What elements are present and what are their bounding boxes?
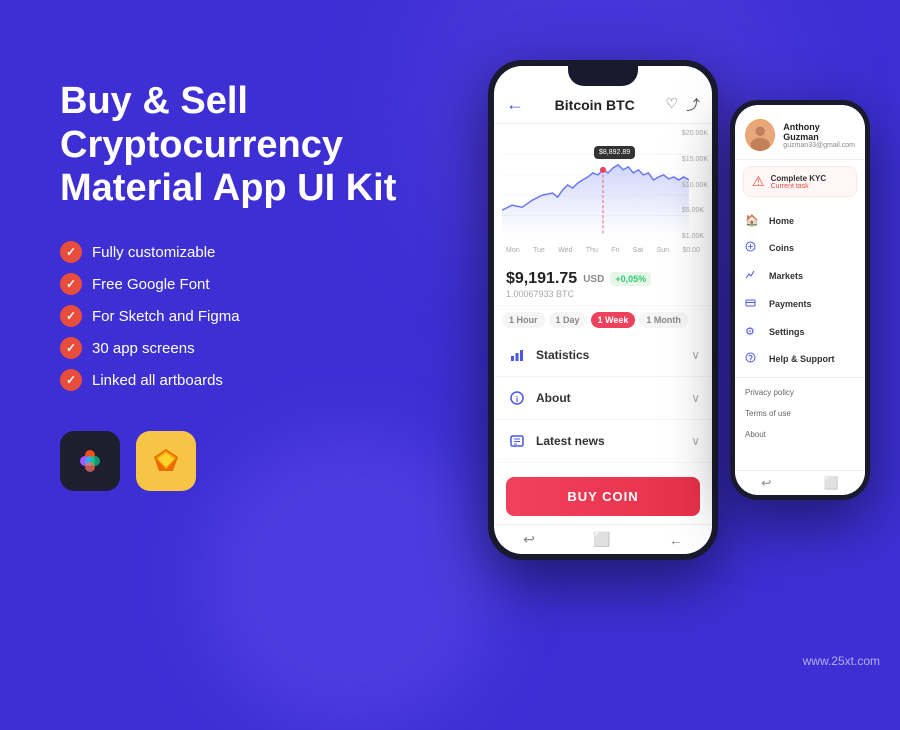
news-icon — [506, 430, 528, 452]
statistics-icon — [506, 344, 528, 366]
about-icon: i — [506, 387, 528, 409]
kyc-title: Complete KYC — [771, 174, 827, 183]
figma-icon — [60, 431, 120, 491]
latest-news-section[interactable]: Latest news ∨ — [494, 420, 712, 463]
sidebar-menu: 🏠 Home Coins — [735, 203, 865, 470]
time-1week[interactable]: 1 Week — [591, 312, 636, 328]
sidebar-item-payments[interactable]: Payments — [735, 290, 865, 318]
svg-text:i: i — [516, 395, 518, 404]
price-currency: USD — [583, 274, 604, 285]
chart-area: $20.00K $15.00K $10.00K $5.00K $1.00K — [494, 124, 712, 264]
help-icon — [745, 352, 761, 366]
kyc-alert[interactable]: ⚠ Complete KYC Current task — [743, 166, 857, 197]
chart-y-labels: $20.00K $15.00K $10.00K $5.00K $1.00K — [682, 130, 708, 240]
feature-item: Linked all artboards — [60, 369, 440, 391]
sketch-icon — [136, 431, 196, 491]
user-header: Anthony Guzman guzman33@gmail.com — [735, 105, 865, 160]
sidebar-item-coins[interactable]: Coins — [735, 234, 865, 262]
sidebar-item-home[interactable]: 🏠 Home — [735, 207, 865, 234]
coins-label: Coins — [769, 243, 794, 253]
markets-icon — [745, 269, 761, 283]
nav-recents-icon[interactable]: ← — [669, 532, 683, 548]
chart-x-labels: Mon Tue Wed Thu Fri Sat Sun $0.00 — [502, 247, 704, 254]
time-1day[interactable]: 1 Day — [549, 312, 587, 328]
sidebar-about[interactable]: About — [735, 424, 865, 445]
price-row: $9,191.75 USD +0,05% — [506, 270, 700, 288]
buy-button-container: BUY COIN — [494, 469, 712, 524]
secondary-bottom-nav: ↩ ⬜ — [735, 470, 865, 495]
secondary-screen: Anthony Guzman guzman33@gmail.com ⚠ Comp… — [735, 105, 865, 495]
buy-coin-button[interactable]: BUY COIN — [506, 477, 700, 516]
about-chevron: ∨ — [691, 391, 700, 405]
time-buttons: 1 Hour 1 Day 1 Week 1 Month — [494, 306, 712, 334]
main-phone: ← Bitcoin BTC ♡ ⤴ $20.00K $15.00K $10.00… — [488, 60, 718, 560]
sidebar-divider — [735, 377, 865, 378]
back-button[interactable]: ← — [506, 94, 524, 115]
sidebar-item-help[interactable]: Help & Support — [735, 345, 865, 373]
header-icons: ♡ ⤴ — [665, 95, 700, 115]
sidebar-item-markets[interactable]: Markets — [735, 262, 865, 290]
feature-item: For Sketch and Figma — [60, 305, 440, 327]
price-section: $9,191.75 USD +0,05% 1.00067933 BTC — [494, 264, 712, 306]
payments-icon — [745, 297, 761, 311]
statistics-label: Statistics — [536, 348, 589, 362]
time-1hour[interactable]: 1 Hour — [502, 312, 545, 328]
latest-news-label: Latest news — [536, 434, 605, 448]
settings-icon: ⚙ — [745, 325, 761, 338]
left-panel: Buy & SellCryptocurrencyMaterial App UI … — [60, 80, 440, 491]
time-1month[interactable]: 1 Month — [639, 312, 688, 328]
user-info: Anthony Guzman guzman33@gmail.com — [783, 122, 855, 149]
phones-container: ← Bitcoin BTC ♡ ⤴ $20.00K $15.00K $10.00… — [488, 60, 870, 560]
kyc-icon: ⚠ — [752, 173, 765, 190]
statistics-chevron: ∨ — [691, 348, 700, 362]
sidebar-privacy-policy[interactable]: Privacy policy — [735, 382, 865, 403]
phone-screen: ← Bitcoin BTC ♡ ⤴ $20.00K $15.00K $10.00… — [494, 66, 712, 554]
home-label: Home — [769, 216, 794, 226]
check-icon — [60, 273, 82, 295]
sidebar-terms-of-use[interactable]: Terms of use — [735, 403, 865, 424]
check-icon — [60, 241, 82, 263]
coin-title: Bitcoin BTC — [555, 97, 635, 113]
user-avatar — [745, 119, 775, 151]
secondary-nav-home[interactable]: ⬜ — [824, 476, 839, 490]
chart-tooltip: $8,892.89 — [594, 146, 635, 159]
nav-home-icon[interactable]: ⬜ — [593, 531, 610, 548]
feature-item: 30 app screens — [60, 337, 440, 359]
check-icon — [60, 337, 82, 359]
heart-icon[interactable]: ♡ — [665, 95, 678, 115]
check-icon — [60, 369, 82, 391]
home-icon: 🏠 — [745, 214, 761, 227]
features-list: Fully customizable Free Google Font For … — [60, 241, 440, 391]
phone-bottom-bar: ↩ ⬜ ← — [494, 524, 712, 554]
user-email: guzman33@gmail.com — [783, 142, 855, 149]
coins-icon — [745, 241, 761, 255]
settings-label: Settings — [769, 327, 805, 337]
about-label: About — [536, 391, 571, 405]
sidebar-item-settings[interactable]: ⚙ Settings — [735, 318, 865, 345]
watermark: www.25xt.com — [803, 654, 880, 668]
statistics-section[interactable]: Statistics ∨ — [494, 334, 712, 377]
price-btc: 1.00067933 BTC — [506, 289, 700, 299]
feature-item: Free Google Font — [60, 273, 440, 295]
markets-label: Markets — [769, 271, 803, 281]
tool-icons — [60, 431, 440, 491]
price-value: $9,191.75 — [506, 270, 577, 288]
user-name: Anthony Guzman — [783, 122, 855, 142]
feature-item: Fully customizable — [60, 241, 440, 263]
secondary-nav-back[interactable]: ↩ — [761, 476, 771, 490]
payments-label: Payments — [769, 299, 812, 309]
help-label: Help & Support — [769, 354, 835, 364]
secondary-phone: Anthony Guzman guzman33@gmail.com ⚠ Comp… — [730, 100, 870, 500]
about-section[interactable]: i About ∨ — [494, 377, 712, 420]
main-title: Buy & SellCryptocurrencyMaterial App UI … — [60, 80, 440, 211]
check-icon — [60, 305, 82, 327]
kyc-subtitle: Current task — [771, 183, 827, 190]
phone-notch — [568, 66, 638, 86]
price-change: +0,05% — [610, 272, 651, 286]
news-chevron: ∨ — [691, 434, 700, 448]
nav-back-icon[interactable]: ↩ — [523, 531, 535, 548]
share-icon[interactable]: ⤴ — [686, 95, 700, 115]
